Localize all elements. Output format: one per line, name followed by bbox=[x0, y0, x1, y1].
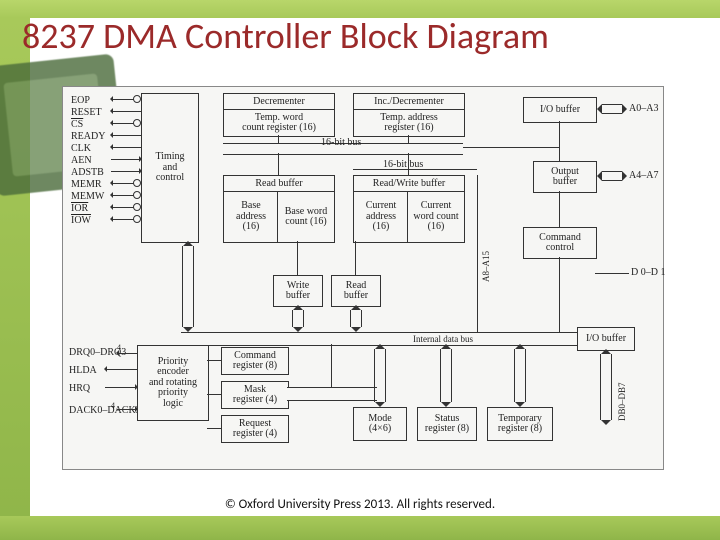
pin-a4-a7: A4–A7 bbox=[629, 170, 658, 181]
pin-reset: RESET bbox=[71, 107, 102, 118]
block-priority: Priority encoder and rotating priority l… bbox=[137, 345, 209, 421]
wire bbox=[105, 387, 137, 388]
wire bbox=[111, 111, 141, 112]
block-timing-label: Timing and control bbox=[155, 152, 184, 184]
pin-dack-count: 4 bbox=[111, 401, 115, 410]
block-mode-register: Mode (4×6) bbox=[353, 407, 407, 441]
pin-a0-a3: A0–A3 bbox=[629, 103, 658, 114]
wire bbox=[331, 344, 332, 387]
wire bbox=[559, 257, 560, 332]
pin-adstb: ADSTB bbox=[71, 167, 104, 178]
block-temp-addr: Temp. address register (16) bbox=[353, 109, 465, 137]
double-arrow-icon bbox=[293, 305, 303, 332]
wire bbox=[111, 171, 141, 172]
pin-clk: CLK bbox=[71, 143, 91, 154]
block-base-addr: Base address (16) bbox=[223, 191, 279, 243]
block-request-register: Request register (4) bbox=[221, 415, 289, 443]
wire bbox=[117, 353, 137, 354]
pin-cs: CS bbox=[71, 119, 83, 130]
pin-ior: IOR bbox=[71, 203, 88, 214]
pin-ready: READY bbox=[71, 131, 105, 142]
block-cur-word: Current word count (16) bbox=[407, 191, 465, 243]
wire bbox=[408, 153, 409, 175]
bus-segment bbox=[287, 387, 377, 401]
bubble-icon bbox=[133, 179, 141, 187]
pin-aen: AEN bbox=[71, 155, 92, 166]
pin-iow: IOW bbox=[71, 215, 91, 226]
double-arrow-icon bbox=[601, 349, 611, 425]
wire bbox=[278, 135, 279, 143]
double-arrow-icon bbox=[515, 344, 525, 407]
wire bbox=[111, 147, 141, 148]
copyright-text: © Oxford University Press 2013. All righ… bbox=[0, 497, 720, 512]
block-mask-register: Mask register (4) bbox=[221, 381, 289, 409]
wire bbox=[559, 147, 560, 161]
pin-memw: MEMW bbox=[71, 191, 104, 202]
slide-title: 8237 DMA Controller Block Diagram bbox=[22, 14, 549, 58]
block-command-register: Command register (8) bbox=[221, 347, 289, 375]
wire bbox=[559, 191, 560, 227]
wire bbox=[595, 273, 629, 274]
wire bbox=[278, 153, 279, 175]
wire bbox=[207, 394, 221, 395]
decor-bottom-bar bbox=[0, 516, 720, 540]
block-io-buffer-top: I/O buffer bbox=[523, 97, 597, 123]
wire bbox=[353, 169, 477, 170]
wire bbox=[117, 409, 137, 410]
double-arrow-icon bbox=[375, 344, 385, 407]
block-status-register: Status register (8) bbox=[417, 407, 477, 441]
wire bbox=[355, 241, 356, 275]
bubble-icon bbox=[133, 203, 141, 211]
wire bbox=[111, 159, 141, 160]
pin-memr: MEMR bbox=[71, 179, 102, 190]
block-command-control: Command control bbox=[523, 227, 597, 259]
label-16bit-bus: 16-bit bus bbox=[321, 137, 361, 148]
wire bbox=[207, 360, 221, 361]
double-arrow-icon bbox=[183, 241, 193, 332]
block-base-word: Base word count (16) bbox=[277, 191, 335, 243]
wire bbox=[111, 135, 141, 136]
bubble-icon bbox=[133, 95, 141, 103]
block-timing: Timing and control bbox=[141, 93, 199, 243]
pin-eop: EOP bbox=[71, 95, 90, 106]
bubble-icon bbox=[133, 215, 141, 223]
bubble-icon bbox=[133, 119, 141, 127]
wire bbox=[207, 428, 221, 429]
wire bbox=[408, 135, 409, 143]
wire bbox=[463, 147, 559, 148]
bubble-icon bbox=[133, 191, 141, 199]
double-arrow-icon bbox=[351, 305, 361, 332]
pin-hlda: HLDA bbox=[69, 365, 97, 376]
block-diagram: EOP RESET CS READY CLK AEN ADSTB MEMR ME… bbox=[62, 86, 664, 470]
double-arrow-icon bbox=[441, 344, 451, 407]
pin-d0-d1: D 0–D 1 bbox=[631, 267, 665, 278]
wire bbox=[477, 175, 478, 332]
block-temp-register: Temporary register (8) bbox=[487, 407, 553, 441]
pin-db0-db7: DB0–DB7 bbox=[617, 382, 627, 421]
pin-hrq: HRQ bbox=[69, 383, 90, 394]
label-a8-a15: A8–A15 bbox=[481, 251, 491, 282]
pin-dack: DACK0–DACK3 bbox=[69, 405, 141, 416]
block-temp-word: Temp. word count register (16) bbox=[223, 109, 335, 137]
wire bbox=[297, 241, 298, 275]
wire bbox=[105, 369, 137, 370]
block-cur-addr: Current address (16) bbox=[353, 191, 409, 243]
block-output-buffer: Output buffer bbox=[533, 161, 597, 193]
slide: 8237 DMA Controller Block Diagram © Oxfo… bbox=[0, 0, 720, 540]
